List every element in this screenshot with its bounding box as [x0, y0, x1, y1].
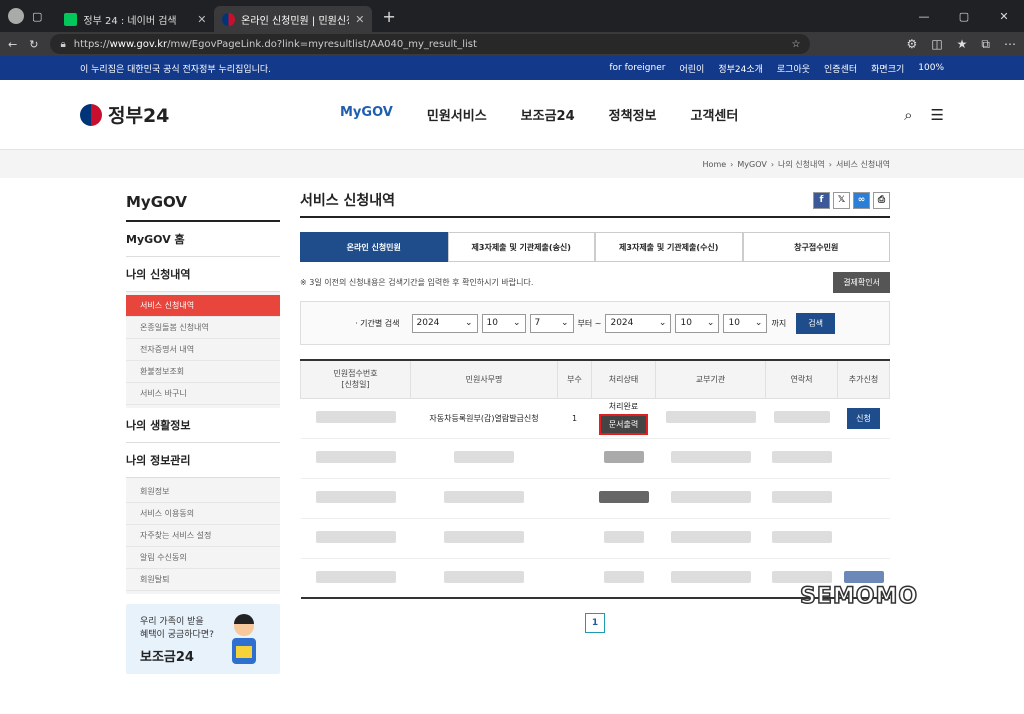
- nav-customer[interactable]: 고객센터: [691, 105, 739, 124]
- minimize-icon[interactable]: —: [904, 0, 944, 32]
- mascot-icon: [232, 614, 256, 664]
- address-bar[interactable]: 🔒︎ https://www.gov.kr/mw/EgovPageLink.do?…: [50, 34, 811, 54]
- facebook-icon[interactable]: f: [813, 191, 830, 209]
- side-nav-account[interactable]: 나의 정보관리: [126, 443, 280, 478]
- menu-icon[interactable]: ☰: [931, 106, 944, 124]
- side-nav-life-info[interactable]: 나의 생활정보: [126, 408, 280, 443]
- to-month-select[interactable]: 10 ⌄: [675, 313, 720, 333]
- naver-icon: [64, 12, 78, 26]
- print-document-button[interactable]: 문서출력: [598, 414, 649, 435]
- zoom-value[interactable]: 100%: [918, 63, 944, 73]
- breadcrumb: Home › MyGOV › 나의 신청내역 › 서비스 신청내역: [0, 150, 1024, 178]
- status-text: 처리완료: [608, 402, 639, 411]
- copies-cell: 1: [557, 398, 592, 439]
- back-icon[interactable]: ←: [8, 38, 17, 51]
- to-year-select[interactable]: 2024 ⌄: [605, 313, 672, 333]
- browser-tab-naver[interactable]: 정부 24 : 네이버 검색 ✕: [56, 6, 214, 32]
- foreigner-link[interactable]: for foreigner: [609, 63, 665, 73]
- table-row: [300, 438, 890, 479]
- period-notice: ※ 3일 이전의 신청내용은 검색기간을 입력한 후 확인하시기 바랍니다.: [300, 278, 534, 287]
- kids-link[interactable]: 어린이: [679, 62, 704, 75]
- close-tab-icon[interactable]: ✕: [355, 13, 364, 26]
- print-icon[interactable]: ⎙: [873, 191, 890, 209]
- side-nav-care[interactable]: 온종일돌봄 신청내역: [126, 317, 280, 339]
- nav-civil-service[interactable]: 민원서비스: [427, 105, 487, 124]
- side-nav-refund[interactable]: 환불정보조회: [126, 361, 280, 383]
- watermark: SEMOMO: [799, 583, 919, 610]
- nav-policy[interactable]: 정책정보: [609, 105, 657, 124]
- to-day-select[interactable]: 10 ⌄: [723, 313, 768, 333]
- side-nav-consent[interactable]: 서비스 이용동의: [126, 503, 280, 525]
- collections-icon[interactable]: ⧉: [981, 37, 990, 52]
- apply-button[interactable]: 신청: [847, 407, 880, 429]
- period-filter: · 기간별 검색 2024 ⌄ 10 ⌄ 7 ⌄ 부터 ~ 2024 ⌄ 10 ⌄ 10 ⌄…: [300, 301, 890, 345]
- tab-actions-icon[interactable]: ▢: [32, 10, 42, 23]
- nav-mygov[interactable]: MyGOV: [340, 105, 393, 124]
- table-row: [300, 518, 890, 559]
- redacted-cell: [665, 411, 756, 423]
- auth-center-link[interactable]: 인증센터: [824, 62, 857, 75]
- side-nav-home[interactable]: MyGOV 홈: [126, 222, 280, 257]
- split-icon[interactable]: ◫: [931, 37, 942, 52]
- tab-third-send[interactable]: 제3자제출 및 기관제출(송신): [447, 232, 595, 262]
- page-1-button[interactable]: 1: [585, 613, 605, 633]
- x-icon[interactable]: 𝕏: [833, 191, 850, 209]
- browser-tab-gov24[interactable]: 온라인 신청민원 | 민원신청 내역 ✕: [214, 6, 373, 32]
- side-nav: MyGOV MyGOV 홈 나의 신청내역 서비스 신청내역 온종일돌봄 신청내…: [126, 190, 280, 674]
- service-name: 자동차등록원부(갑)열람발급신청: [410, 398, 558, 439]
- link-icon[interactable]: ∞: [853, 191, 870, 209]
- gov-notice-bar: 이 누리집은 대한민국 공식 전자정부 누리집입니다. for foreigne…: [0, 56, 1024, 80]
- tab-counter[interactable]: 창구접수민원: [742, 232, 890, 262]
- profile-icon[interactable]: [8, 8, 24, 24]
- side-nav-ecert[interactable]: 전자증명서 내역: [126, 339, 280, 361]
- tab-title: 정부 24 : 네이버 검색: [83, 15, 177, 27]
- close-tab-icon[interactable]: ✕: [197, 13, 206, 26]
- site-header: 정부24 MyGOV 민원서비스 보조금24 정책정보 고객센터 ⌕ ☰: [0, 80, 1024, 150]
- close-window-icon[interactable]: ✕: [984, 0, 1024, 32]
- search-icon[interactable]: ⌕: [904, 106, 912, 124]
- maximize-icon[interactable]: ▢: [944, 0, 984, 32]
- extensions-icon[interactable]: ⚙: [907, 37, 918, 52]
- new-tab-icon[interactable]: +: [382, 7, 395, 26]
- side-nav-favorites[interactable]: 자주찾는 서비스 설정: [126, 525, 280, 547]
- side-nav-title: MyGOV: [126, 190, 280, 222]
- side-nav-basket[interactable]: 서비스 바구니: [126, 383, 280, 405]
- lock-icon: 🔒︎: [60, 38, 66, 50]
- refresh-icon[interactable]: ↻: [29, 38, 38, 51]
- favorite-icon[interactable]: ☆: [791, 39, 800, 50]
- redacted-cell: [773, 411, 830, 423]
- tab-third-receive[interactable]: 제3자제출 및 기관제출(수신): [595, 232, 743, 262]
- from-month-select[interactable]: 10 ⌄: [481, 313, 526, 333]
- zoom-label: 화면크기: [871, 64, 905, 75]
- table-row: [300, 478, 890, 519]
- browser-toolbar: ← ↻ 🔒︎ https://www.gov.kr/mw/EgovPageLink…: [0, 32, 1024, 56]
- search-button[interactable]: 검색: [796, 312, 835, 334]
- side-nav-withdraw[interactable]: 회원탈퇴: [126, 569, 280, 591]
- gov-notice-text: 이 누리집은 대한민국 공식 전자정부 누리집입니다.: [80, 64, 272, 75]
- about-link[interactable]: 정부24소개: [718, 62, 763, 75]
- table-row: 자동차등록원부(갑)열람발급신청 1 처리완료문서출력 신청: [300, 398, 890, 439]
- side-nav-applications[interactable]: 나의 신청내역: [126, 257, 280, 292]
- side-nav-service-history[interactable]: 서비스 신청내역: [126, 295, 280, 317]
- from-year-select[interactable]: 2024 ⌄: [411, 313, 478, 333]
- redacted-cell: [315, 411, 396, 423]
- settings-menu-icon[interactable]: ⋯: [1004, 37, 1016, 52]
- from-day-select[interactable]: 7 ⌄: [529, 313, 574, 333]
- taegeuk-icon: [80, 103, 102, 126]
- gov24-favicon: [222, 12, 236, 26]
- nav-subsidy[interactable]: 보조금24: [521, 105, 575, 124]
- subsidy-banner[interactable]: 우리 가족이 받을 혜택이 궁금하다면? 보조금24: [126, 604, 280, 674]
- result-table: 민원접수번호 [신청일] 민원사무명 부수 처리상태 교부기관 연락처 추가신청…: [300, 359, 890, 599]
- gov24-logo[interactable]: 정부24: [80, 101, 250, 128]
- side-nav-member-info[interactable]: 회원정보: [126, 481, 280, 503]
- page-title: 서비스 신청내역: [300, 193, 396, 209]
- side-nav-alert[interactable]: 알림 수신동의: [126, 547, 280, 569]
- payment-confirm-button[interactable]: 결제확인서: [833, 272, 890, 293]
- favorites-icon[interactable]: ★: [957, 37, 968, 52]
- tab-title: 온라인 신청민원 | 민원신청 내역: [241, 15, 349, 27]
- browser-tabbar: ▢ 정부 24 : 네이버 검색✕ 온라인 신청민원 | 민원신청 내역✕ + …: [0, 0, 1024, 32]
- logout-link[interactable]: 로그아웃: [777, 62, 810, 75]
- tab-online[interactable]: 온라인 신청민원: [300, 232, 448, 262]
